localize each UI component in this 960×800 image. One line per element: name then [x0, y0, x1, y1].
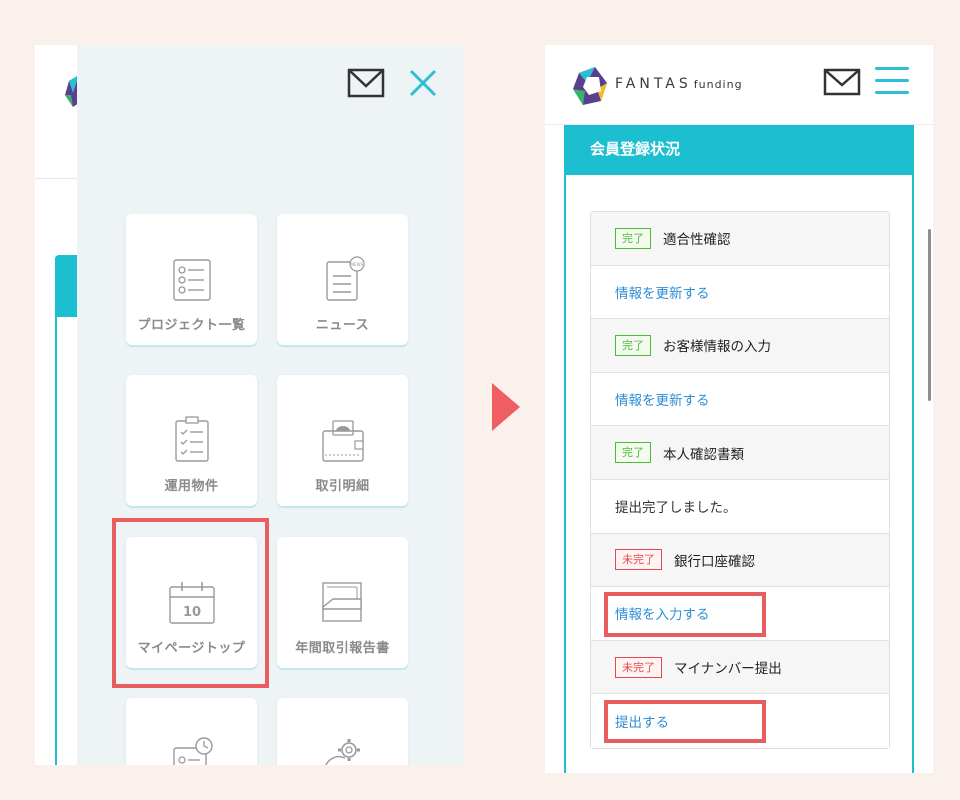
- menu-tile-7[interactable]: [126, 698, 257, 765]
- section-title: 会員登録状況: [566, 125, 912, 175]
- status-badge: 完了: [615, 227, 651, 249]
- brand-name: FANTAS funding: [615, 76, 743, 92]
- mail-icon[interactable]: [347, 67, 385, 99]
- update-info-link[interactable]: 情報を更新する: [615, 282, 710, 302]
- membership-status-card: 会員登録状況 完了 適合性確認 情報を更新する 完了 お客様情報の入力 情報を更新す…: [564, 125, 914, 773]
- submitted-text: 提出完了しました。: [615, 500, 737, 517]
- status-title: 銀行口座確認: [674, 553, 755, 570]
- app-header: FANTAS funding: [545, 45, 933, 125]
- tile-label: マイページトップ: [137, 641, 246, 656]
- tile-label: 運用物件: [164, 479, 219, 494]
- checklist-icon: [174, 416, 209, 462]
- news-icon: NEWS: [325, 256, 365, 301]
- action-row: 提出完了しました。: [591, 479, 889, 534]
- calendar-day-text: 10: [182, 605, 200, 620]
- mail-icon[interactable]: [823, 67, 861, 97]
- status-title: 本人確認書類: [663, 446, 744, 463]
- hamburger-menu-icon[interactable]: [875, 67, 909, 97]
- status-badge: 未完了: [615, 549, 662, 571]
- menu-tile-properties[interactable]: 運用物件: [126, 375, 257, 506]
- menu-tile-8[interactable]: [277, 698, 408, 765]
- clock-list-icon: [172, 737, 213, 765]
- menu-tile-mypage-top[interactable]: 10 マイページトップ: [126, 537, 257, 668]
- tile-label: プロジェクト一覧: [137, 318, 246, 333]
- submit-link[interactable]: 提出する: [615, 711, 669, 731]
- status-title: マイナンバー提出: [674, 661, 782, 678]
- menu-tile-project-list[interactable]: プロジェクト一覧: [126, 214, 257, 345]
- tile-label: ニュース: [315, 318, 370, 333]
- status-badge: 完了: [615, 442, 651, 464]
- status-title: お客様情報の入力: [663, 339, 771, 356]
- news-badge-text: NEWS: [350, 262, 362, 267]
- status-row-my-number: 未完了 マイナンバー提出: [591, 640, 889, 695]
- menu-tile-transactions[interactable]: 取引明細: [277, 375, 408, 506]
- status-row-bank-account: 未完了 銀行口座確認: [591, 533, 889, 588]
- gear-icon: [324, 739, 360, 765]
- status-list: 完了 適合性確認 情報を更新する 完了 お客様情報の入力 情報を更新する 完了 本人確…: [590, 211, 890, 749]
- close-icon[interactable]: [407, 67, 439, 99]
- teal-border: [55, 317, 57, 765]
- menu-tile-news[interactable]: NEWS ニュース: [277, 214, 408, 345]
- scrollbar[interactable]: [928, 229, 931, 401]
- status-row-suitability: 完了 適合性確認: [591, 212, 889, 266]
- left-phone-screen: プロジェクト一覧 NEWS ニュース 運用物件 取引明細 10 マイページトップ…: [35, 45, 463, 765]
- tile-label: 取引明細: [315, 479, 370, 494]
- action-row: 提出する: [591, 694, 889, 748]
- arrow-right-icon: [492, 383, 520, 431]
- status-title: 適合性確認: [663, 232, 731, 249]
- brand-main: FANTAS: [615, 76, 692, 92]
- enter-info-link[interactable]: 情報を入力する: [615, 603, 710, 623]
- action-row: 情報を入力する: [591, 587, 889, 641]
- calendar-icon: 10: [168, 582, 215, 624]
- status-row-id-documents: 完了 本人確認書類: [591, 426, 889, 480]
- slide-menu: プロジェクト一覧 NEWS ニュース 運用物件 取引明細 10 マイページトップ…: [77, 45, 463, 765]
- action-row: 情報を更新する: [591, 372, 889, 427]
- menu-tile-annual-report[interactable]: 年間取引報告書: [277, 537, 408, 668]
- header-divider: [35, 178, 77, 179]
- project-list-icon: [172, 259, 211, 301]
- report-folder-icon: [321, 582, 362, 622]
- status-badge: 未完了: [615, 656, 662, 678]
- right-phone-screen: FANTAS funding 会員登録状況 完了 適合性確認 情報を更新する 完了お…: [545, 45, 933, 773]
- tile-label: 年間取引報告書: [295, 641, 390, 656]
- fantas-logo-icon[interactable]: [571, 65, 609, 107]
- status-badge: 完了: [615, 334, 651, 356]
- update-info-link[interactable]: 情報を更新する: [615, 389, 710, 409]
- action-row: 情報を更新する: [591, 265, 889, 320]
- wallet-icon: [321, 420, 364, 462]
- brand-suffix: funding: [693, 78, 743, 91]
- status-row-customer-info: 完了 お客様情報の入力: [591, 319, 889, 373]
